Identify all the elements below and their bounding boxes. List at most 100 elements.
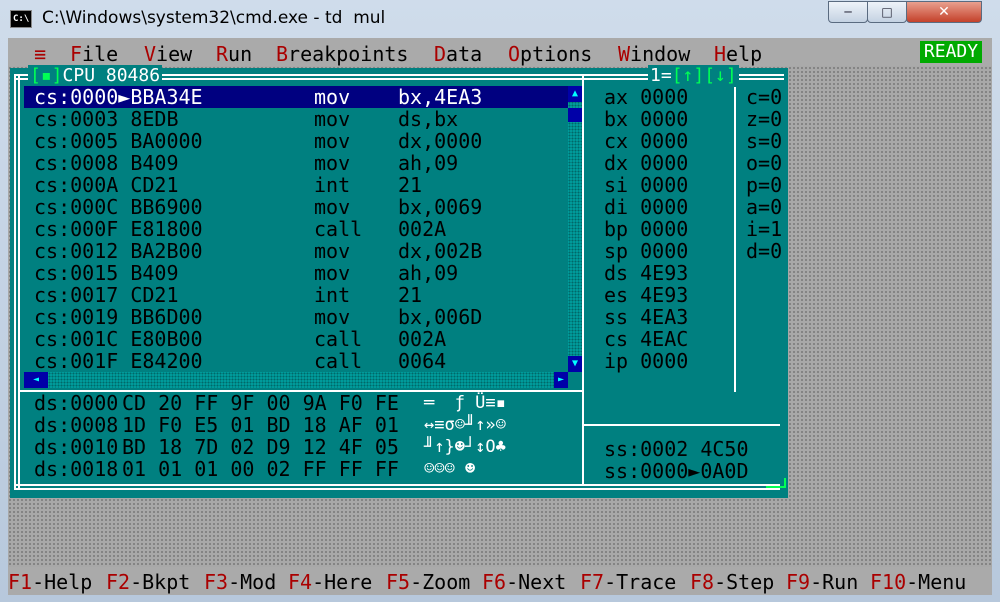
dump-bytes: BD 18 7D 02 D9 12 4F 05 (122, 435, 399, 459)
fkey-key: F2 (106, 570, 131, 594)
disasm-row[interactable]: cs:0003 8EDB mov ds,bx (24, 108, 568, 130)
dump-row[interactable]: ds:0000 CD 20 FF 9F 00 9A F0 FE ═ ƒ Ü≡▪ (24, 392, 568, 414)
menu-breakpoints[interactable]: Breakpoints (276, 42, 408, 66)
register-ds[interactable]: ds 4E93 (604, 262, 688, 284)
disasm-row[interactable]: cs:0019 BB6D00 mov bx,006D (24, 306, 568, 328)
dump-row[interactable]: ds:0010 BD 18 7D 02 D9 12 4F 05 ╜↑}☻┘↕O♣ (24, 436, 568, 458)
menu-data[interactable]: Data (434, 42, 482, 66)
menu-help[interactable]: Help (714, 42, 762, 66)
disasm-row[interactable]: cs:001F E84200 call 0064 (24, 350, 568, 372)
disasm-row[interactable]: cs:0012 BA2B00 mov dx,002B (24, 240, 568, 262)
register-cx[interactable]: cx 0000 (604, 130, 688, 152)
menu-file[interactable]: File (70, 42, 118, 66)
flag-item[interactable]: i=1 (746, 218, 782, 240)
dump-bytes: CD 20 FF 9F 00 9A F0 FE (122, 391, 399, 415)
scroll-down-icon[interactable]: ▼ (568, 356, 582, 372)
register-ax[interactable]: ax 0000 (604, 86, 688, 108)
register-value: 0000 (640, 217, 689, 241)
disasm-row[interactable]: cs:0005 BA0000 mov dx,0000 (24, 130, 568, 152)
menu-window[interactable]: Window (618, 42, 690, 66)
fkey-f7-button[interactable]: F7-Trace (580, 570, 676, 594)
fkey-key: F10 (870, 570, 907, 594)
close-box-icon[interactable]: [▪] (30, 65, 63, 86)
disasm-operands: bx,4EA3 (398, 85, 483, 109)
flag-item[interactable]: d=0 (746, 240, 782, 262)
fkey-f5-button[interactable]: F5-Zoom (386, 570, 470, 594)
disasm-address: cs:0008 B409 (34, 151, 179, 175)
menu-hotkey: O (508, 42, 521, 66)
fkey-key: F7 (580, 570, 605, 594)
maximize-button[interactable]: □ (867, 1, 907, 23)
fkey-f1-button[interactable]: F1-Help (8, 570, 92, 594)
register-dx[interactable]: dx 0000 (604, 152, 688, 174)
zoom-down-icon[interactable]: [↓] (704, 65, 737, 86)
menu-options[interactable]: Options (508, 42, 592, 66)
disasm-row[interactable]: cs:0000►BBA34E mov bx,4EA3 (24, 86, 568, 108)
flags-pane[interactable]: c=0 z=0 s=0 o=0 p=0 a=0 i=1 d=0 (738, 86, 786, 266)
disasm-row[interactable]: cs:0008 B409 mov ah,09 (24, 152, 568, 174)
disasm-row[interactable]: cs:000F E81800 call 002A (24, 218, 568, 240)
minimize-button[interactable]: ─ (828, 1, 868, 23)
fkey-f6-button[interactable]: F6-Next (482, 570, 566, 594)
cmd-icon[interactable]: C:\ (10, 10, 32, 28)
fkey-f2-button[interactable]: F2-Bkpt (106, 570, 190, 594)
flag-item[interactable]: c=0 (746, 86, 782, 108)
register-es[interactable]: es 4E93 (604, 284, 688, 306)
stack-address: ss:0000 (604, 459, 689, 483)
stack-row[interactable]: ss:0002 4C50 (604, 438, 749, 460)
memory-dump-pane[interactable]: ds:0000 CD 20 FF 9F 00 9A F0 FE ═ ƒ Ü≡▪ ds:… (24, 392, 568, 482)
disasm-address: cs:0003 8EDB (34, 107, 179, 131)
zoom-up-icon[interactable]: [↑] (672, 65, 705, 86)
stack-pane[interactable]: ss:0002 4C50 ss:0000►0A0D (604, 438, 784, 488)
register-ss[interactable]: ss 4EA3 (604, 306, 688, 328)
disasm-row[interactable]: cs:000A CD21 int 21 (24, 174, 568, 196)
register-cs[interactable]: cs 4EAC (604, 328, 688, 350)
registers-pane[interactable]: ax 0000 bx 0000 cx 0000 dx 0000 si 0000 di 00… (604, 86, 734, 376)
fkey-f3-button[interactable]: F3-Mod (204, 570, 276, 594)
register-sp[interactable]: sp 0000 (604, 240, 688, 262)
disasm-row[interactable]: cs:0015 B409 mov ah,09 (24, 262, 568, 284)
fkey-f10-button[interactable]: F10-Menu (870, 570, 966, 594)
disasm-row[interactable]: cs:001C E80B00 call 002A (24, 328, 568, 350)
disasm-row[interactable]: cs:0017 CD21 int 21 (24, 284, 568, 306)
close-button[interactable]: ✕ (906, 1, 982, 23)
register-si[interactable]: si 0000 (604, 174, 688, 196)
fkey-label: -Run (810, 570, 859, 594)
horizontal-scrollbar[interactable]: ◄ ► (24, 372, 568, 388)
flag-item[interactable]: s=0 (746, 130, 782, 152)
scroll-right-icon[interactable]: ► (554, 372, 568, 388)
register-ip[interactable]: ip 0000 (604, 350, 688, 372)
disasm-address: cs:0015 B409 (34, 261, 179, 285)
disasm-address: cs:000F E81800 (34, 217, 203, 241)
disassembly-pane[interactable]: cs:0000►BBA34E mov bx,4EA3 cs:0003 8EDB mov d… (24, 86, 568, 372)
flag-item[interactable]: z=0 (746, 108, 782, 130)
menu-view[interactable]: View (144, 42, 192, 66)
dump-row[interactable]: ds:0018 01 01 01 00 02 FF FF FF ☺☺☺ ☻ (24, 458, 568, 480)
menu-run[interactable]: Run (216, 42, 252, 66)
flag-item[interactable]: a=0 (746, 196, 782, 218)
stack-row[interactable]: ss:0000►0A0D (604, 460, 749, 482)
stack-value: 4C50 (700, 437, 749, 461)
disasm-row[interactable]: cs:000C BB6900 mov bx,0069 (24, 196, 568, 218)
vertical-scrollbar[interactable]: ▲ ▼ (568, 86, 582, 372)
scroll-thumb[interactable] (568, 108, 582, 122)
window-number: 1=[↑][↓] (648, 65, 739, 87)
disasm-operands: dx,0000 (398, 129, 483, 153)
register-di[interactable]: di 0000 (604, 196, 688, 218)
disasm-opcode: mov (314, 239, 351, 263)
menu-label: indow (630, 42, 691, 66)
fkey-f8-button[interactable]: F8-Step (690, 570, 774, 594)
register-bx[interactable]: bx 0000 (604, 108, 688, 130)
scroll-left-icon[interactable]: ◄ (24, 372, 48, 388)
fkey-f4-button[interactable]: F4-Here (288, 570, 372, 594)
fkey-f9-button[interactable]: F9-Run (786, 570, 858, 594)
dump-row[interactable]: ds:0008 1D F0 E5 01 BD 18 AF 01 ↔≡σ☺╜↑»☺ (24, 414, 568, 436)
title-bar[interactable]: C:\ C:\Windows\system32\cmd.exe - td mul… (0, 0, 1000, 38)
register-bp[interactable]: bp 0000 (604, 218, 688, 240)
scroll-up-icon[interactable]: ▲ (568, 86, 582, 102)
stack-value: 0A0D (700, 459, 749, 483)
menu-bar: ≡ File View Run Breakpoints Data Options… (8, 38, 992, 66)
system-menu[interactable]: ≡ (34, 42, 46, 66)
flag-item[interactable]: p=0 (746, 174, 782, 196)
flag-item[interactable]: o=0 (746, 152, 782, 174)
